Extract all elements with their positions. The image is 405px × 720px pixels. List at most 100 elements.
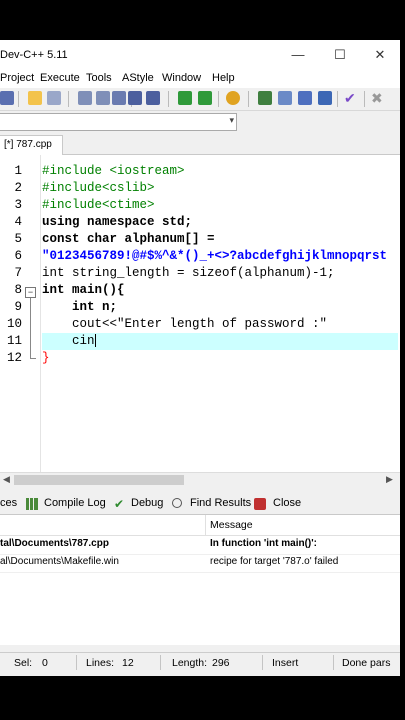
row-divider <box>0 572 400 573</box>
class-combo[interactable]: ▾ <box>0 113 237 131</box>
line-number: 3 <box>14 198 22 212</box>
undo-icon[interactable] <box>28 91 42 105</box>
maximize-button[interactable]: ☐ <box>330 46 350 64</box>
close-window-button[interactable]: ✕ <box>370 46 390 64</box>
scrollbar-thumb[interactable] <box>14 475 184 485</box>
code-line-9: int n; <box>42 299 398 316</box>
menu-bar: Project Execute Tools AStyle Window Help <box>0 70 400 88</box>
minimize-button[interactable]: — <box>288 46 308 64</box>
horizontal-scrollbar[interactable]: ◀ ▶ <box>0 472 400 488</box>
close-icon <box>254 498 266 510</box>
search-icon <box>172 498 182 508</box>
toolbar-separator <box>337 91 338 107</box>
scroll-right-icon[interactable]: ▶ <box>386 474 393 485</box>
fold-end <box>30 358 36 359</box>
tab-debug[interactable]: Debug <box>131 497 163 509</box>
code-text: #include <iostream> <box>42 164 185 178</box>
code-line-3: #include<ctime> <box>42 197 398 214</box>
unindent-icon[interactable] <box>146 91 160 105</box>
line-number: 4 <box>14 215 22 229</box>
status-length-value: 296 <box>212 657 230 669</box>
replace-icon[interactable] <box>96 91 110 105</box>
status-divider <box>333 655 334 670</box>
toolbar-separator <box>68 91 69 107</box>
line-number: 10 <box>6 317 22 331</box>
line-number-gutter: 1 2 3 4 5 6 7 8 9 10 11 12 − <box>0 155 41 472</box>
message-table-header: Message <box>0 515 400 536</box>
editor-tab-bar: [*] 787.cpp <box>0 134 400 155</box>
devcpp-window: Dev-C++ 5.11 — ☐ ✕ Project Execute Tools… <box>0 40 400 676</box>
class-combo-row: ▾ <box>0 111 400 133</box>
fold-toggle-icon[interactable]: − <box>25 287 36 298</box>
code-line-12: } <box>42 350 398 367</box>
message-file: tal\Documents\787.cpp <box>0 538 109 549</box>
message-text: recipe for target '787.o' failed <box>210 556 339 567</box>
bookmark-icon[interactable] <box>198 91 212 105</box>
line-number: 8 <box>14 283 22 297</box>
tab-resources[interactable]: ces <box>0 497 17 509</box>
window-title: Dev-C++ 5.11 <box>0 49 68 61</box>
tab-close[interactable]: Close <box>273 497 301 509</box>
line-number: 1 <box>14 164 22 178</box>
scroll-left-icon[interactable]: ◀ <box>3 474 10 485</box>
toolbar-separator <box>218 91 219 107</box>
menu-execute[interactable]: Execute <box>40 72 80 84</box>
code-text: int n; <box>42 300 118 314</box>
code-text: using namespace std; <box>42 215 193 229</box>
toggle-comment-icon[interactable] <box>226 91 240 105</box>
tab-find-results[interactable]: Find Results <box>190 497 251 509</box>
menu-astyle[interactable]: AStyle <box>122 72 154 84</box>
status-divider <box>160 655 161 670</box>
line-number: 9 <box>14 300 22 314</box>
menu-tools[interactable]: Tools <box>86 72 112 84</box>
chevron-down-icon[interactable]: ▾ <box>229 115 234 126</box>
grid-icon[interactable] <box>318 91 332 105</box>
code-line-8: int main(){ <box>42 282 398 299</box>
menu-help[interactable]: Help <box>212 72 235 84</box>
code-text: int main(){ <box>42 283 125 297</box>
layout-icon[interactable] <box>298 91 312 105</box>
view-icon[interactable] <box>278 91 292 105</box>
redo-icon[interactable] <box>47 91 61 105</box>
new-class-icon[interactable] <box>258 91 272 105</box>
bottom-panel-tabs: ces Compile Log ✔ Debug Find Results Clo… <box>0 494 400 515</box>
code-line-1: #include <iostream> <box>42 163 398 180</box>
title-bar: Dev-C++ 5.11 — ☐ ✕ <box>0 40 400 70</box>
find-next-icon[interactable] <box>112 91 126 105</box>
toolbar-separator <box>18 91 19 107</box>
message-file: al\Documents\Makefile.win <box>0 556 119 567</box>
code-editor[interactable]: 1 2 3 4 5 6 7 8 9 10 11 12 − #include <i… <box>0 155 400 472</box>
table-row[interactable]: tal\Documents\787.cpp In function 'int m… <box>0 537 400 553</box>
code-line-6: "0123456789!@#$%^&*()_+<>?abcdefghijklmn… <box>42 248 398 265</box>
indent-icon[interactable] <box>128 91 142 105</box>
code-line-11-current: cin <box>42 333 398 350</box>
code-text: const char alphanum[] = <box>42 232 215 246</box>
text-caret <box>94 334 96 348</box>
list-icon[interactable] <box>0 91 14 105</box>
check-icon: ✔ <box>114 497 125 511</box>
line-number: 2 <box>14 181 22 195</box>
goto-icon[interactable] <box>178 91 192 105</box>
status-length-label: Length: <box>172 657 208 669</box>
code-line-4: using namespace std; <box>42 214 398 231</box>
check-icon[interactable]: ✔ <box>344 91 358 105</box>
status-sel-value: 0 <box>42 657 48 669</box>
table-row[interactable]: al\Documents\Makefile.win recipe for tar… <box>0 555 400 571</box>
code-text: #include<ctime> <box>42 198 155 212</box>
menu-window[interactable]: Window <box>162 72 201 84</box>
compile-log-icon <box>26 498 38 510</box>
line-number: 12 <box>6 351 22 365</box>
find-icon[interactable] <box>78 91 92 105</box>
status-divider <box>76 655 77 670</box>
menu-project[interactable]: Project <box>0 72 34 84</box>
delete-icon[interactable]: ✖ <box>371 91 385 105</box>
message-panel[interactable]: Message tal\Documents\787.cpp In functio… <box>0 515 400 645</box>
tab-compile-log[interactable]: Compile Log <box>44 497 106 509</box>
code-text: } <box>42 351 50 365</box>
status-mode: Insert <box>272 657 299 669</box>
status-bar: Sel: 0 Lines: 12 Length: 296 Insert Done… <box>0 652 400 673</box>
code-line-7: int string_length = sizeof(alphanum)-1; <box>42 265 398 282</box>
code-text: int string_length = sizeof(alphanum)-1; <box>42 266 335 280</box>
toolbar-separator <box>248 91 249 107</box>
tab-787-cpp[interactable]: [*] 787.cpp <box>0 135 63 155</box>
